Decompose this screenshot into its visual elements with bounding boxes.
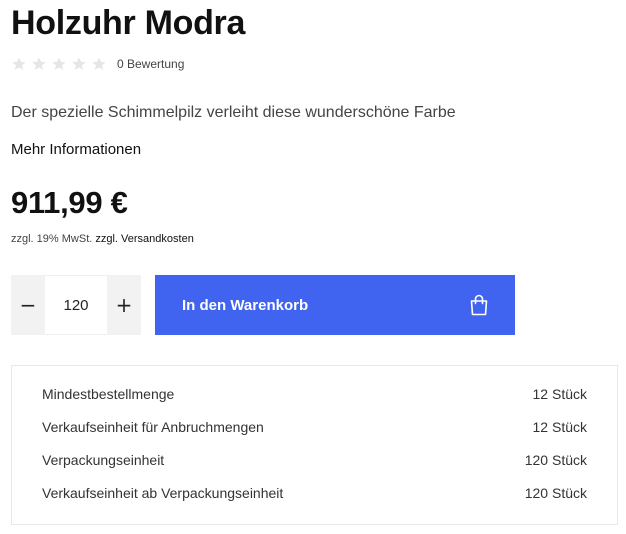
product-title: Holzuhr Modra [11, 4, 246, 42]
quantity-stepper[interactable]: − + [11, 275, 141, 335]
tax-text: zzgl. 19% MwSt. [11, 233, 93, 245]
shopping-bag-icon [469, 294, 489, 316]
rating-count[interactable]: 0 Bewertung [117, 57, 184, 71]
quantity-increase-button[interactable]: + [107, 275, 141, 335]
add-to-cart-button[interactable]: In den Warenkorb [155, 275, 515, 335]
info-value: 120 Stück [524, 485, 587, 501]
star-icon [31, 56, 47, 72]
star-icon [11, 56, 27, 72]
product-price: 911,99 € [11, 185, 128, 220]
quantity-input[interactable] [45, 275, 107, 335]
rating-stars [11, 56, 107, 72]
info-label: Verkaufseinheit ab Verpackungseinheit [42, 485, 284, 501]
info-row: Verkaufseinheit ab Verpackungseinheit 12… [42, 485, 587, 518]
info-value: 12 Stück [532, 419, 587, 435]
quantity-decrease-button[interactable]: − [11, 275, 45, 335]
star-icon [51, 56, 67, 72]
info-label: Verpackungseinheit [42, 452, 165, 468]
more-info-link[interactable]: Mehr Informationen [11, 141, 141, 158]
shipping-link[interactable]: zzgl. Versandkosten [95, 233, 193, 245]
info-value: 12 Stück [532, 386, 587, 402]
star-icon [71, 56, 87, 72]
product-description: Der spezielle Schimmelpilz verleiht dies… [11, 104, 456, 121]
info-label: Mindestbestellmenge [42, 386, 175, 402]
info-value: 120 Stück [524, 452, 587, 468]
info-row: Mindestbestellmenge 12 Stück [42, 386, 587, 419]
info-label: Verkaufseinheit für Anbruchmengen [42, 419, 264, 435]
info-row: Verkaufseinheit für Anbruchmengen 12 Stü… [42, 419, 587, 452]
star-icon [91, 56, 107, 72]
product-info-table: Mindestbestellmenge 12 Stück Verkaufsein… [11, 365, 618, 525]
product-rating: 0 Bewertung [11, 56, 184, 72]
add-to-cart-label: In den Warenkorb [182, 296, 309, 314]
info-row: Verpackungseinheit 120 Stück [42, 452, 587, 485]
tax-note: zzgl. 19% MwSt. zzgl. Versandkosten [11, 233, 194, 245]
